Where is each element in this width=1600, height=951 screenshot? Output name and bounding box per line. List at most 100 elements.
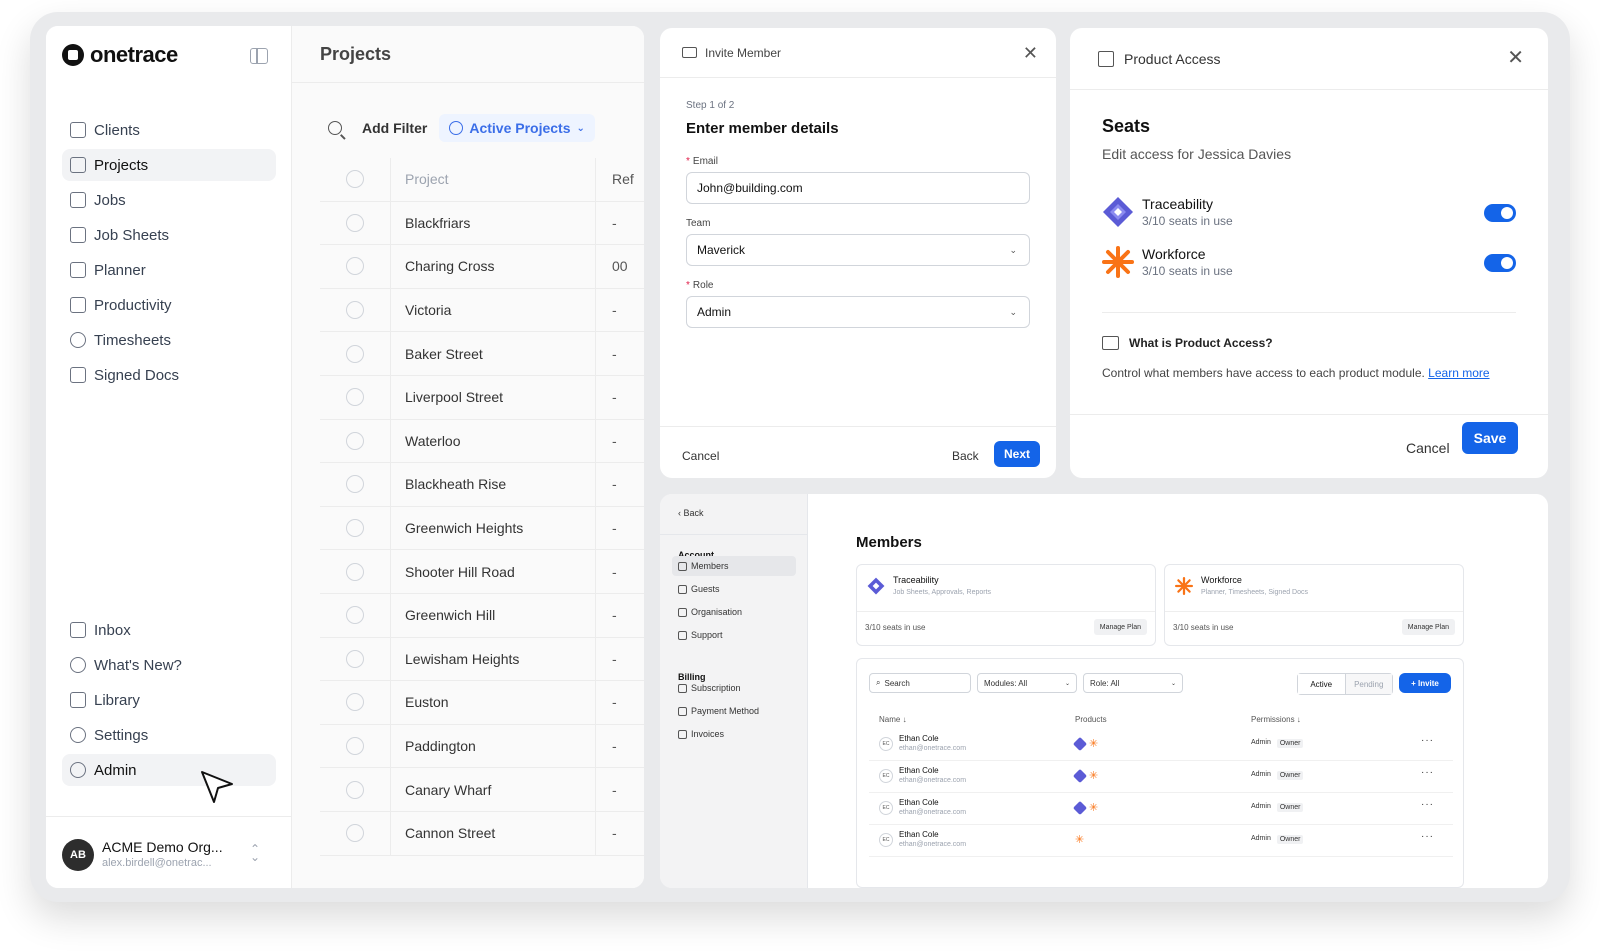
owner-badge: Owner — [1276, 803, 1304, 812]
sidebar-item-planner[interactable]: Planner — [62, 254, 276, 286]
back-link[interactable]: ‹ Back — [678, 508, 704, 518]
column-permissions[interactable]: Permissions ↓ — [1251, 715, 1301, 724]
more-options-icon[interactable]: ··· — [1421, 799, 1434, 810]
cancel-button[interactable]: Cancel — [682, 449, 719, 463]
team-select[interactable]: Maverick ⌄ — [686, 234, 1030, 266]
table-row[interactable]: EC Ethan Cole ethan@onetrace.com ✳ Admin Owne… — [869, 793, 1453, 825]
dialog-header: Invite Member — [660, 28, 1056, 78]
settings-item-guests[interactable]: Guests — [672, 579, 796, 599]
manage-plan-button[interactable]: Manage Plan — [1401, 619, 1455, 635]
table-row[interactable]: Liverpool Street - — [320, 375, 644, 420]
table-row[interactable]: Victoria - — [320, 288, 644, 333]
email-field[interactable]: John@building.com — [686, 172, 1030, 204]
settings-item-invoices[interactable]: Invoices — [672, 724, 796, 744]
modules-filter[interactable]: Modules: All ⌄ — [977, 673, 1077, 693]
sidebar-item-timesheets[interactable]: Timesheets — [62, 324, 276, 356]
sidebar-item-clients[interactable]: Clients — [62, 114, 276, 146]
column-ref[interactable]: Ref — [596, 171, 634, 187]
settings-item-organisation[interactable]: Organisation — [672, 602, 796, 622]
more-options-icon[interactable]: ··· — [1421, 831, 1434, 842]
brand-logo[interactable]: onetrace — [62, 42, 178, 68]
table-row[interactable]: Lewisham Heights - — [320, 637, 644, 682]
back-button[interactable]: Back — [952, 449, 979, 463]
row-checkbox[interactable] — [346, 519, 364, 538]
sidebar-collapse-icon[interactable] — [250, 48, 268, 64]
row-checkbox[interactable] — [346, 780, 364, 799]
next-button[interactable]: Next — [994, 441, 1040, 467]
table-row[interactable]: Blackfriars - — [320, 201, 644, 246]
member-email: ethan@onetrace.com — [899, 777, 967, 784]
row-checkbox[interactable] — [346, 824, 364, 843]
row-checkbox[interactable] — [346, 213, 364, 232]
row-checkbox[interactable] — [346, 606, 364, 625]
sidebar-item-label: Clients — [94, 121, 140, 139]
avatar: EC — [879, 833, 893, 847]
row-checkbox[interactable] — [346, 431, 364, 450]
column-project[interactable]: Project — [390, 158, 596, 201]
sidebar-item-job-sheets[interactable]: Job Sheets — [62, 219, 276, 251]
table-row[interactable]: Baker Street - — [320, 332, 644, 376]
tab-pending[interactable]: Pending — [1345, 674, 1392, 694]
table-row[interactable]: EC Ethan Cole ethan@onetrace.com ✳ Admin Owne… — [869, 761, 1453, 793]
table-row[interactable]: Shooter Hill Road - — [320, 550, 644, 594]
settings-item-members[interactable]: Members — [672, 556, 796, 576]
settings-item-payment-method[interactable]: Payment Method — [672, 701, 796, 721]
column-name[interactable]: Name ↓ — [879, 715, 907, 724]
row-checkbox[interactable] — [346, 475, 364, 494]
row-checkbox[interactable] — [346, 257, 364, 276]
row-checkbox[interactable] — [346, 301, 364, 320]
tab-active[interactable]: Active — [1298, 674, 1346, 694]
workforce-icon: ✳ — [1089, 770, 1099, 782]
settings-item-support[interactable]: Support — [672, 625, 796, 645]
sidebar-item-inbox[interactable]: Inbox — [62, 614, 276, 646]
row-checkbox[interactable] — [346, 344, 364, 363]
sidebar-item-what-s-new[interactable]: What's New? — [62, 649, 276, 681]
table-row[interactable]: Blackheath Rise - — [320, 463, 644, 507]
more-options-icon[interactable]: ··· — [1421, 735, 1434, 746]
traceability-icon — [1072, 736, 1088, 752]
learn-more-link[interactable]: Learn more — [1428, 366, 1489, 380]
row-checkbox[interactable] — [346, 737, 364, 756]
search-input[interactable]: ⌕ Search — [869, 673, 971, 693]
table-row[interactable]: Euston - — [320, 681, 644, 725]
manage-plan-button[interactable]: Manage Plan — [1093, 619, 1147, 635]
table-row[interactable]: Charing Cross 00 — [320, 245, 644, 289]
more-options-icon[interactable]: ··· — [1421, 767, 1434, 778]
close-icon[interactable]: ✕ — [1507, 48, 1524, 68]
invite-button[interactable]: + Invite — [1399, 673, 1451, 693]
table-row[interactable]: Greenwich Heights - — [320, 506, 644, 551]
sidebar-item-signed-docs[interactable]: Signed Docs — [62, 359, 276, 391]
table-row[interactable]: Greenwich Hill - — [320, 593, 644, 638]
close-icon[interactable]: ✕ — [1023, 44, 1038, 62]
row-checkbox[interactable] — [346, 649, 364, 668]
row-checkbox[interactable] — [346, 693, 364, 712]
search-icon[interactable] — [328, 121, 342, 135]
sidebar-item-jobs[interactable]: Jobs — [62, 184, 276, 216]
table-row[interactable]: Canary Wharf - — [320, 768, 644, 812]
chevron-down-icon: ⌄ — [1009, 244, 1017, 255]
sidebar-item-settings[interactable]: Settings — [62, 719, 276, 751]
table-row[interactable]: Cannon Street - — [320, 811, 644, 856]
select-all-checkbox[interactable] — [346, 170, 364, 189]
table-row[interactable]: EC Ethan Cole ethan@onetrace.com ✳ Admin Owne… — [869, 729, 1453, 761]
profile-switcher[interactable]: AB ACME Demo Org... alex.birdell@onetrac… — [46, 816, 292, 888]
save-button[interactable]: Save — [1462, 422, 1518, 454]
table-row[interactable]: Paddington - — [320, 724, 644, 769]
role-select[interactable]: Admin ⌄ — [686, 296, 1030, 328]
sidebar-item-projects[interactable]: Projects — [62, 149, 276, 181]
traceability-toggle[interactable] — [1484, 204, 1516, 222]
sidebar-item-library[interactable]: Library — [62, 684, 276, 716]
chevron-up-down-icon[interactable]: ⌃ ⌄ — [250, 843, 260, 863]
row-checkbox[interactable] — [346, 388, 364, 407]
settings-item-subscription[interactable]: Subscription — [672, 678, 796, 698]
table-row[interactable]: EC Ethan Cole ethan@onetrace.com ✳ Admin Owne… — [869, 825, 1453, 857]
add-filter-button[interactable]: Add Filter — [362, 120, 427, 136]
row-checkbox[interactable] — [346, 562, 364, 581]
workforce-toggle[interactable] — [1484, 254, 1516, 272]
sidebar-item-productivity[interactable]: Productivity — [62, 289, 276, 321]
table-row[interactable]: Waterloo - — [320, 419, 644, 464]
cancel-button[interactable]: Cancel — [1406, 440, 1450, 456]
active-projects-filter[interactable]: Active Projects ⌄ — [439, 114, 595, 142]
sidebar-item-admin[interactable]: Admin — [62, 754, 276, 786]
role-filter[interactable]: Role: All ⌄ — [1083, 673, 1183, 693]
